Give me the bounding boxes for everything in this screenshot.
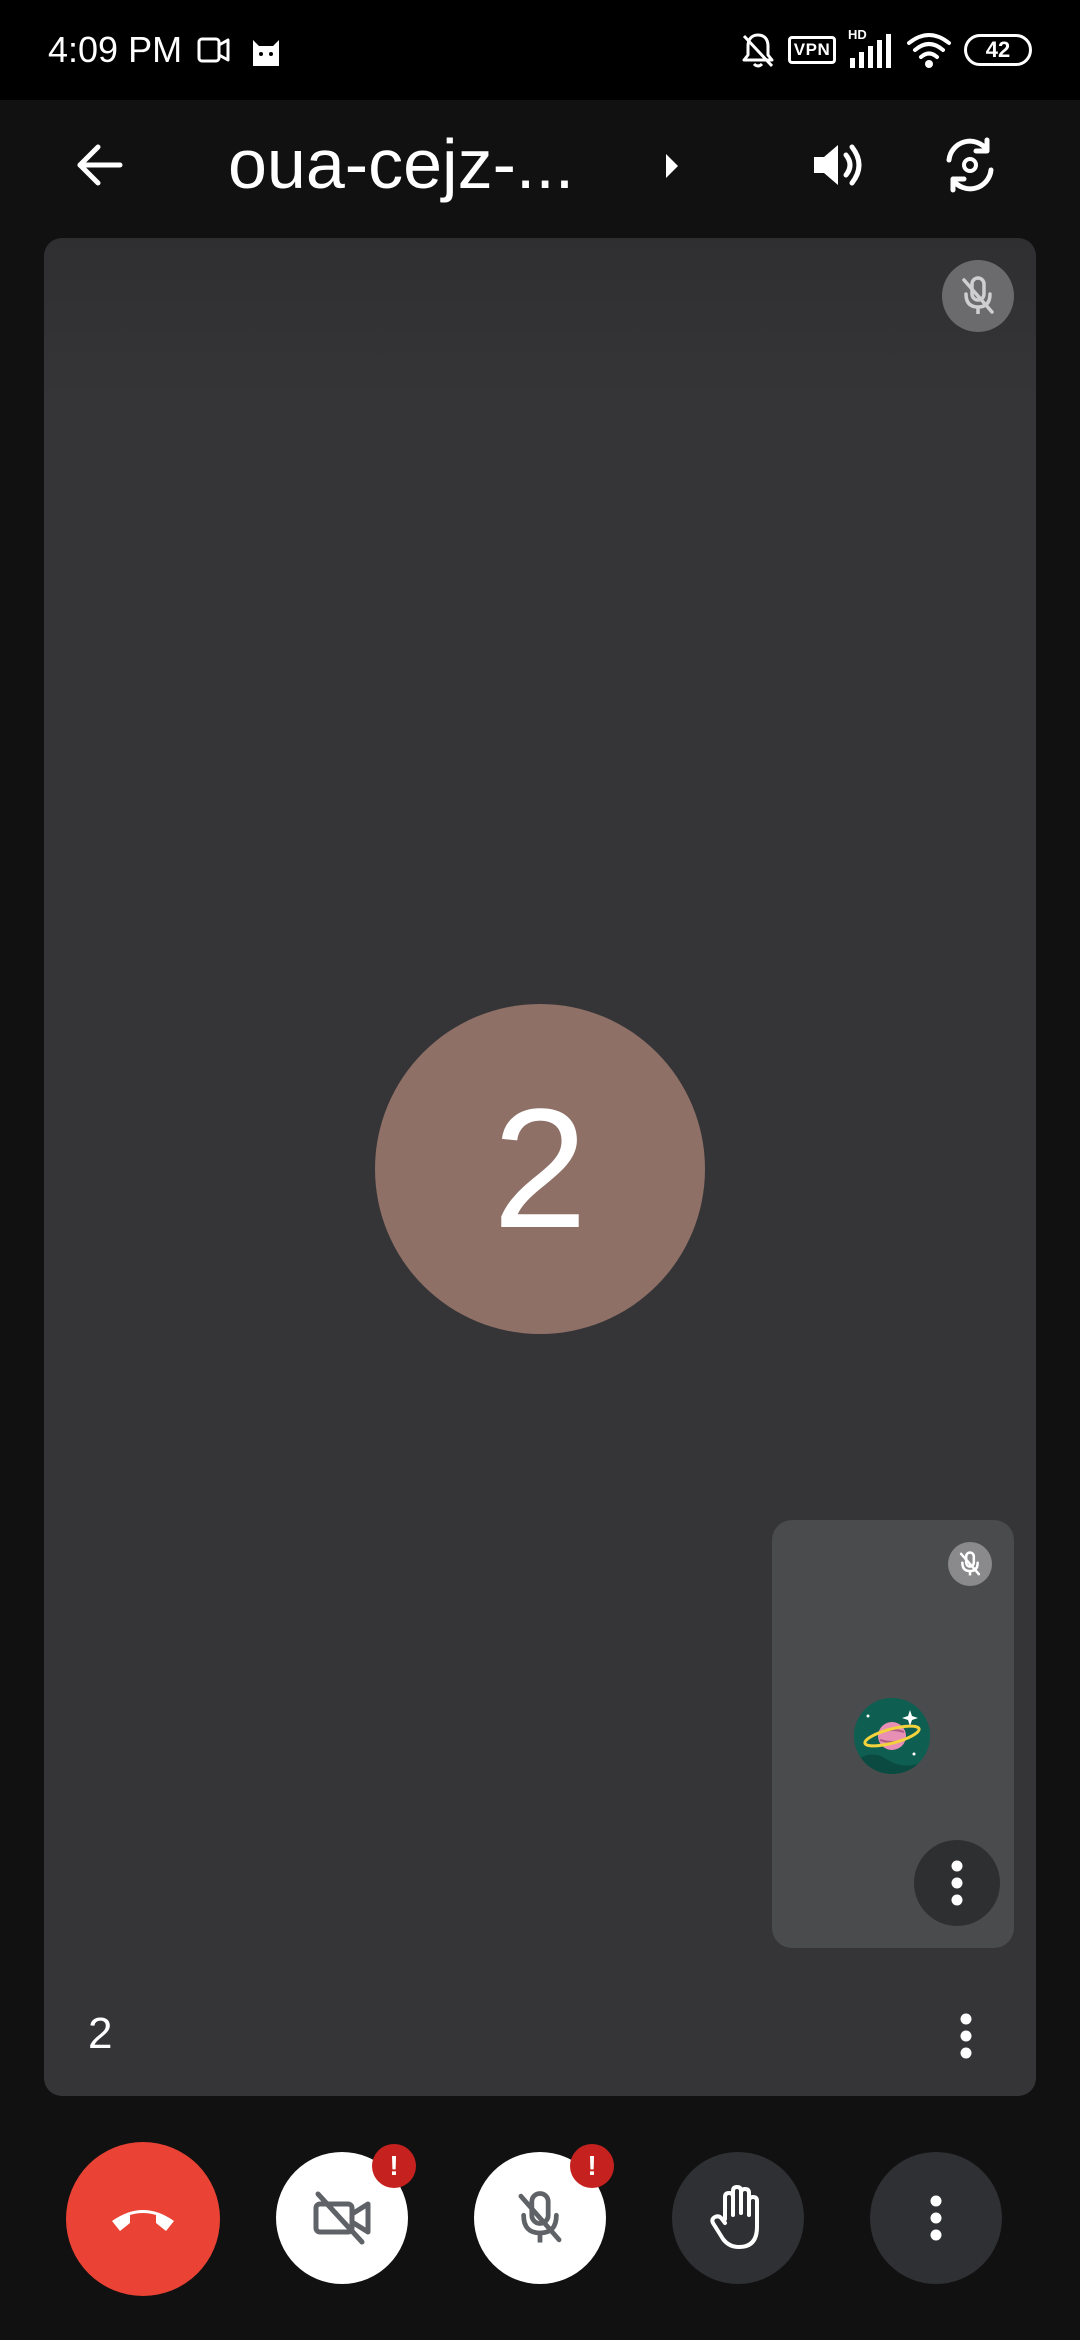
top-app-bar: oua-cejz-...: [0, 100, 1080, 230]
wifi-icon: [906, 30, 952, 75]
participant-more-button[interactable]: [936, 2000, 996, 2072]
audio-output-button[interactable]: [790, 117, 886, 213]
planet-avatar-icon: [854, 1698, 930, 1774]
meeting-code-title[interactable]: oua-cejz-...: [228, 118, 574, 210]
more-options-button[interactable]: [870, 2152, 1002, 2284]
raise-hand-icon: [710, 2185, 759, 2249]
end-call-icon: [112, 2210, 174, 2231]
more-vert-icon: [960, 2013, 972, 2059]
mic-warning-badge: !: [570, 2144, 614, 2188]
switch-camera-icon: [946, 137, 994, 193]
mic-off-icon: [518, 2191, 562, 2243]
self-view-more-button[interactable]: [914, 1840, 1000, 1926]
end-call-button[interactable]: [66, 2142, 220, 2296]
self-view-tile[interactable]: [772, 1520, 1014, 1948]
speaker-icon: [814, 144, 862, 186]
more-options-icon: [930, 2195, 942, 2241]
status-time: 4:09 PM: [48, 29, 183, 70]
status-bar: 4:09 PM VPN HD 42: [0, 0, 1080, 100]
video-record-icon: [196, 30, 232, 75]
participant-name: 2: [88, 2009, 113, 2058]
more-vert-icon: [951, 1860, 963, 1906]
camera-warning-badge: !: [372, 2144, 416, 2188]
vpn-icon: VPN: [788, 36, 836, 64]
switch-camera-button[interactable]: [922, 117, 1018, 213]
back-arrow-icon: [77, 144, 123, 186]
chevron-right-icon: [666, 154, 678, 178]
participant-avatar: 2: [375, 1004, 705, 1334]
bell-off-icon: [738, 30, 778, 75]
mic-off-icon: [962, 276, 994, 314]
cat-icon: [248, 30, 284, 75]
camera-toggle-button[interactable]: !: [276, 2144, 416, 2284]
raise-hand-button[interactable]: [672, 2152, 804, 2284]
back-button[interactable]: [52, 117, 148, 213]
battery-icon: 42: [964, 34, 1032, 66]
participant-mute-indicator: [942, 260, 1014, 332]
self-mute-indicator: [948, 1542, 992, 1586]
meeting-info-button[interactable]: [648, 142, 696, 190]
camera-off-icon: [313, 2191, 371, 2245]
mic-off-icon: [959, 1551, 981, 1576]
mic-toggle-button[interactable]: !: [474, 2144, 614, 2284]
